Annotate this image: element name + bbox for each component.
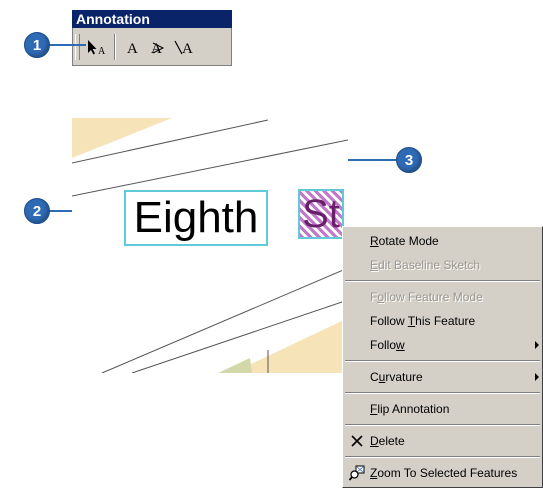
callout-1: 1 — [24, 32, 50, 58]
menu-item-label: Follow — [370, 338, 405, 352]
menu-item-label: Follow Feature Mode — [370, 290, 483, 304]
annotation-eighth-text: Eighth — [133, 193, 259, 242]
submenu-arrow-icon — [535, 373, 539, 381]
menu-item-label: Follow This Feature — [370, 314, 476, 328]
menu-item-label: Delete — [370, 434, 405, 448]
menu-separator — [345, 392, 540, 394]
callout-2: 2 — [24, 198, 50, 224]
menu-item-curvature[interactable]: Curvature — [343, 365, 542, 389]
menu-item-label: Flip Annotation — [370, 402, 450, 416]
menu-item-rotate-mode[interactable]: Rotate Mode — [343, 229, 542, 253]
menu-separator — [345, 424, 540, 426]
menu-separator — [345, 456, 540, 458]
menu-separator — [345, 360, 540, 362]
annotation-eighth[interactable]: Eighth — [124, 190, 268, 246]
menu-item-label: Curvature — [370, 370, 423, 384]
menu-item-label: Rotate Mode — [370, 234, 439, 248]
menu-item-edit-baseline-sketch: Edit Baseline Sketch — [343, 253, 542, 277]
menu-item-follow-feature-mode: Follow Feature Mode — [343, 285, 542, 309]
annotation-st-text: St — [302, 192, 340, 236]
menu-item-label: Zoom To Selected Features — [370, 466, 518, 480]
callout-3: 3 — [396, 147, 422, 173]
context-menu: Rotate Mode Edit Baseline Sketch Follow … — [342, 226, 543, 488]
menu-separator — [345, 280, 540, 282]
menu-item-flip-annotation[interactable]: Flip Annotation — [343, 397, 542, 421]
menu-item-follow[interactable]: Follow — [343, 333, 542, 357]
annotation-st-selected[interactable]: St — [298, 189, 344, 239]
map-canvas[interactable]: Eighth St — [72, 118, 348, 373]
menu-item-delete[interactable]: Delete — [343, 429, 542, 453]
menu-item-follow-this-feature[interactable]: Follow This Feature — [343, 309, 542, 333]
delete-x-icon — [351, 435, 363, 447]
menu-item-label: Edit Baseline Sketch — [370, 258, 481, 272]
zoom-to-selected-icon — [349, 465, 365, 481]
menu-item-zoom-to-selected-features[interactable]: Zoom To Selected Features — [343, 461, 542, 485]
submenu-arrow-icon — [535, 341, 539, 349]
